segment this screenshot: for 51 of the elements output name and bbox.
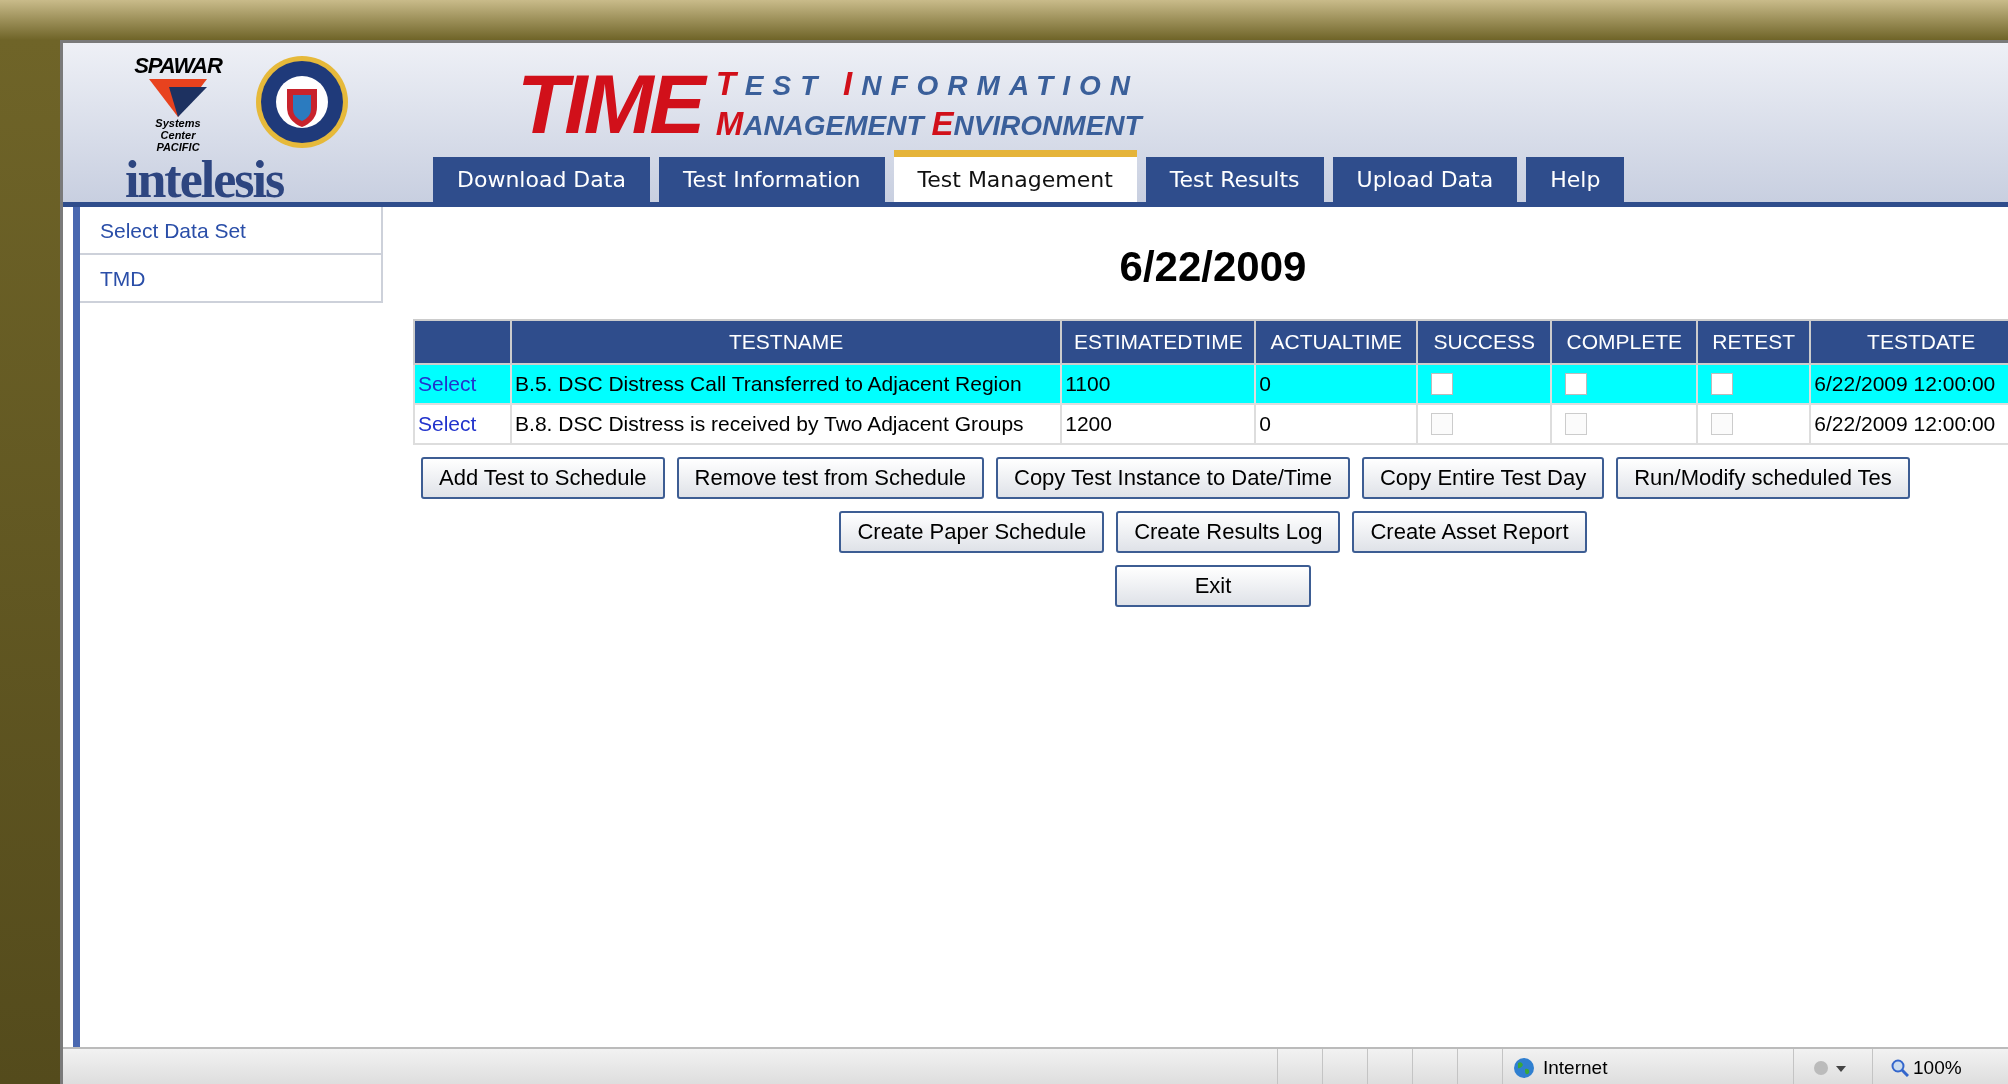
nav-tab[interactable]: Help (1526, 157, 1625, 202)
action-button[interactable]: Remove test from Schedule (676, 457, 984, 499)
column-header: SUCCESS (1417, 320, 1552, 364)
action-button[interactable]: Copy Test Instance to Date/Time (996, 457, 1350, 499)
action-button[interactable]: Exit (1115, 565, 1311, 607)
zoom-level[interactable]: 100% (1913, 1057, 1962, 1079)
table-row[interactable]: Select B.8. DSC Distress is received by Two Adjacent Groups 1200 0 6/22/2009 12:00:00 (414, 404, 2008, 444)
action-button[interactable]: Add Test to Schedule (421, 457, 665, 499)
table-cell: 0 (1255, 404, 1418, 444)
table-cell: B.8. DSC Distress is received by Two Adjacent Groups (511, 404, 1062, 444)
column-header: ACTUALTIME (1255, 320, 1418, 364)
action-button[interactable]: Run/Modify scheduled Tes (1616, 457, 1910, 499)
nav-tab[interactable]: Test Information (658, 157, 885, 202)
table-cell: 0 (1255, 364, 1418, 404)
column-header: ESTIMATEDTIME (1061, 320, 1256, 364)
table-cell: 1100 (1061, 364, 1256, 404)
company-logo-text: intelesis (125, 155, 284, 205)
checkbox[interactable] (1431, 373, 1454, 395)
zone-label: Internet (1543, 1057, 1608, 1079)
action-button[interactable]: Copy Entire Test Day (1361, 457, 1605, 499)
date-heading: 6/22/2009 (1119, 243, 1307, 291)
checkbox[interactable] (1431, 413, 1454, 435)
table-row[interactable]: Select B.5. DSC Distress Call Transferred to Adjacent Region 1100 0 6/22/2009 12:00:00 (414, 364, 2008, 404)
column-header: TESTDATE (1810, 320, 2008, 364)
seal-icon (255, 55, 349, 149)
checkbox[interactable] (1711, 413, 1734, 435)
logo-subtitle: Systems Center PACIFIC (154, 117, 202, 153)
globe-icon (1513, 1057, 1535, 1079)
column-header: RETEST (1697, 320, 1811, 364)
nav-tab[interactable]: Test Results (1145, 157, 1324, 202)
security-icon[interactable] (1812, 1058, 1846, 1078)
logo-text: SPAWAR (134, 53, 222, 79)
action-button[interactable]: Create Paper Schedule (839, 511, 1105, 553)
sidebar-item[interactable]: TMD (80, 255, 383, 303)
table-cell: 6/22/2009 12:00:00 (1810, 364, 2008, 404)
app-subtitle: MANAGEMENT ENVIRONMENT (715, 105, 1142, 143)
table-cell: 1200 (1061, 404, 1256, 444)
nav-tab[interactable]: Download Data (433, 157, 650, 202)
action-button[interactable]: Create Results Log (1116, 511, 1341, 553)
nav-tab[interactable]: Upload Data (1332, 157, 1518, 202)
column-header: TESTNAME (511, 320, 1062, 364)
triangle-logo-icon (149, 79, 207, 117)
action-button[interactable]: Create Asset Report (1352, 511, 1587, 553)
zoom-icon[interactable] (1891, 1059, 1909, 1077)
nav-tab[interactable]: Test Management (893, 150, 1137, 202)
sidebar-item[interactable]: Select Data Set (80, 207, 383, 255)
checkbox[interactable] (1711, 373, 1734, 395)
column-header: COMPLETE (1551, 320, 1698, 364)
checkbox[interactable] (1565, 373, 1588, 395)
table-cell: B.5. DSC Distress Call Transferred to Adjacent Region (511, 364, 1062, 404)
checkbox[interactable] (1565, 413, 1588, 435)
